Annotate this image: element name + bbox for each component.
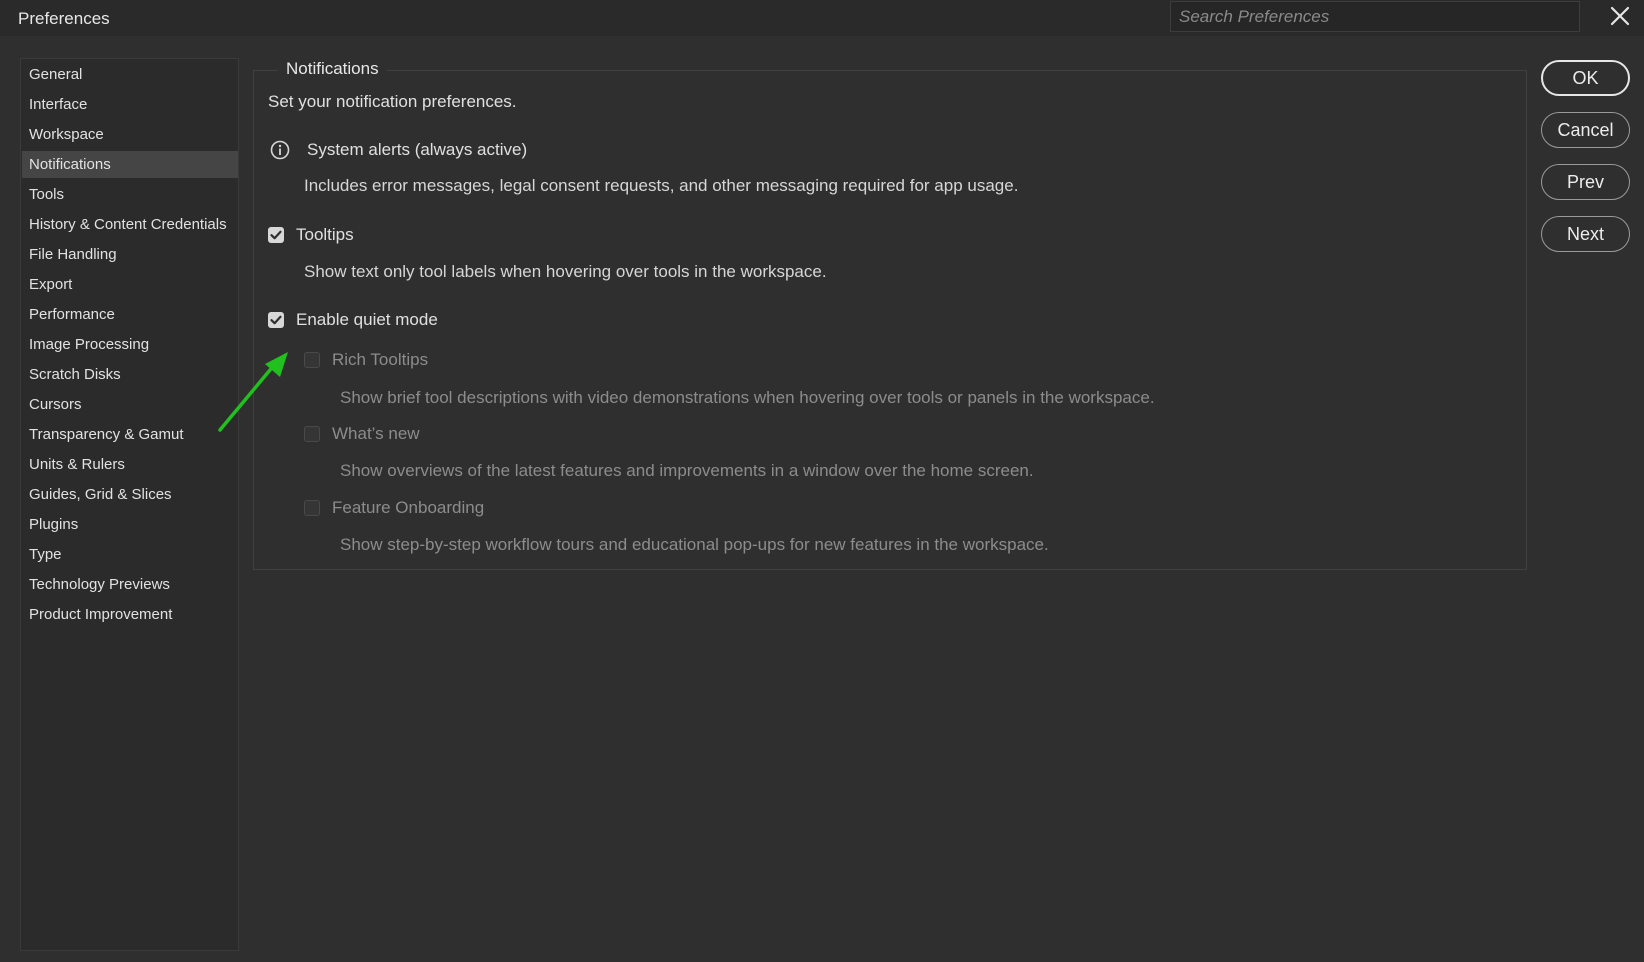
feature-onboarding-label[interactable]: Feature Onboarding [332,498,484,518]
sidebar-item-image-processing[interactable]: Image Processing [22,331,238,358]
sidebar-item-interface[interactable]: Interface [22,91,238,118]
feature-onboarding-checkbox[interactable] [304,500,320,516]
sidebar-item-cursors[interactable]: Cursors [22,391,238,418]
sidebar-item-general[interactable]: General [22,61,238,88]
tooltips-description: Show text only tool labels when hovering… [304,262,827,281]
checkmark-icon [270,315,282,325]
section-intro: Set your notification preferences. [268,92,517,111]
cancel-button[interactable]: Cancel [1541,112,1630,148]
sidebar-item-scratch-disks[interactable]: Scratch Disks [22,361,238,388]
sidebar-item-product-improvement[interactable]: Product Improvement [22,601,238,628]
tooltips-label[interactable]: Tooltips [296,225,354,245]
prev-button[interactable]: Prev [1541,164,1630,200]
window-title: Preferences [18,9,110,28]
quiet-mode-checkbox[interactable] [268,312,284,328]
sidebar-item-plugins[interactable]: Plugins [22,511,238,538]
whats-new-description: Show overviews of the latest features an… [340,461,1034,480]
sidebar-item-file-handling[interactable]: File Handling [22,241,238,268]
sidebar-item-type[interactable]: Type [22,541,238,568]
ok-button[interactable]: OK [1541,60,1630,96]
sidebar-item-units-rulers[interactable]: Units & Rulers [22,451,238,478]
checkmark-icon [270,230,282,240]
tooltips-checkbox[interactable] [268,227,284,243]
preferences-category-list: General Interface Workspace Notification… [20,58,239,951]
whats-new-checkbox[interactable] [304,426,320,442]
close-icon[interactable] [1608,4,1632,28]
sidebar-item-history-content-credentials[interactable]: History & Content Credentials [22,211,238,238]
feature-onboarding-description: Show step-by-step workflow tours and edu… [340,535,1049,554]
next-button[interactable]: Next [1541,216,1630,252]
sidebar-item-notifications[interactable]: Notifications [22,151,238,178]
rich-tooltips-checkbox[interactable] [304,352,320,368]
sidebar-item-workspace[interactable]: Workspace [22,121,238,148]
sidebar-item-transparency-gamut[interactable]: Transparency & Gamut [22,421,238,448]
info-icon [270,140,290,160]
whats-new-label[interactable]: What’s new [332,424,420,444]
sidebar-item-guides-grid-slices[interactable]: Guides, Grid & Slices [22,481,238,508]
section-title: Notifications [278,59,387,79]
quiet-mode-label[interactable]: Enable quiet mode [296,310,438,330]
green-arrow-annotation [218,352,288,432]
sidebar-item-performance[interactable]: Performance [22,301,238,328]
title-bar: Preferences [0,0,1644,36]
rich-tooltips-description: Show brief tool descriptions with video … [340,388,1155,407]
sidebar-item-export[interactable]: Export [22,271,238,298]
rich-tooltips-label[interactable]: Rich Tooltips [332,350,428,370]
system-alerts-label: System alerts (always active) [307,140,528,159]
sidebar-item-tools[interactable]: Tools [22,181,238,208]
sidebar-item-technology-previews[interactable]: Technology Previews [22,571,238,598]
system-alerts-description: Includes error messages, legal consent r… [304,176,1019,195]
search-preferences-input[interactable] [1170,1,1580,32]
